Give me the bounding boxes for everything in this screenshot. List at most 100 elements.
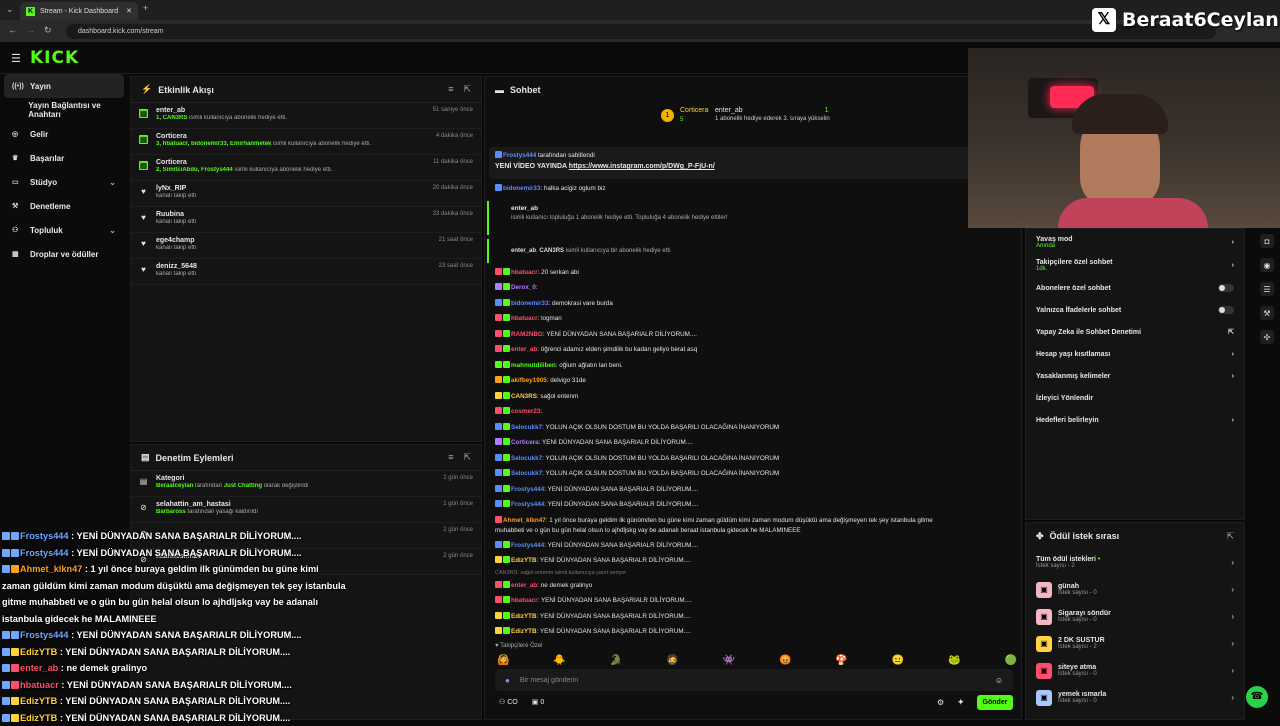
chat-username[interactable]: EdizYTB [511,557,537,564]
chat-username[interactable]: cosmer23 [511,408,540,415]
back-icon[interactable]: ← [8,25,17,35]
sidebar-item[interactable]: ⚇Topluluk⌄ [0,218,128,242]
reward-item[interactable]: ▣günahİstek sayısı - 0› [1026,576,1244,603]
wrench-icon[interactable]: ⚒ [1260,306,1274,320]
chat-bubble-icon[interactable]: ◘ [1260,234,1274,248]
popout-icon[interactable]: ⇱ [463,84,471,95]
reload-icon[interactable]: ↻ [44,25,52,36]
sidebar-item[interactable]: ((•))Yayın [4,74,124,98]
popout-icon[interactable]: ⇱ [1226,531,1234,542]
event-desc: kanalı takip etti [156,245,196,251]
chat-username[interactable]: RAM2NBO [511,331,543,338]
emote-icon[interactable]: 🟢 [1005,655,1017,666]
moderation-item[interactable]: ⊘selahattin_am_hastasiBarbaross tarafınd… [131,497,481,523]
emote-icon[interactable]: 🐥 [553,655,565,666]
forward-icon[interactable]: → [26,25,35,35]
settings-gear-icon[interactable]: ⚙ [937,698,944,707]
close-tab-icon[interactable]: ✕ [126,7,132,15]
chat-setting-item[interactable]: Yalnızca İfadelerle sohbet [1026,299,1244,321]
sidebar-item[interactable]: ♛Başarılar [0,146,128,170]
chat-username[interactable]: akifbey1905 [511,377,547,384]
send-button[interactable]: Gönder [977,695,1013,710]
broadcast-icon[interactable]: ◉ [1260,258,1274,272]
chat-username[interactable]: hbatuacr [511,315,538,322]
sidebar-item[interactable]: ▭Stüdyo⌄ [0,170,128,194]
chat-input[interactable]: ● Bir mesaj gönderin ☺ [495,669,1013,691]
chat-setting-item[interactable]: Takipçilere özel sohbet1dk.› [1026,254,1244,277]
kick-logo[interactable]: KICK [30,48,79,68]
chat-username[interactable]: Ahmet_klkn47 [503,517,546,524]
chat-setting-item[interactable]: İzleyici Yönlendir [1026,387,1244,409]
mic-icon[interactable]: ● [505,676,510,685]
pinned-link[interactable]: https://www.instagram.com/p/DWg_P-FjU-n/ [569,163,715,170]
emote-icon[interactable]: 🙆 [497,655,509,666]
chat-username[interactable]: Selocukk7 [511,424,542,431]
activity-event[interactable]: ♥ege4champkanalı takip etti21 saat önce [131,233,481,259]
sidebar-item[interactable]: ▦Droplar ve ödüller [0,242,128,266]
list-icon[interactable]: ☰ [1260,282,1274,296]
chat-username[interactable]: Selocukk7 [511,470,542,477]
browser-tab[interactable]: K Stream - Kick Dashboard ✕ [20,2,138,20]
chat-username[interactable]: bidonemir33 [503,185,540,192]
activity-event[interactable]: ▦Corticera3, hbatuacr, bidonemir33, Emir… [131,129,481,155]
support-icon[interactable]: ☎ [1246,686,1268,708]
emote-icon[interactable]: 🐸 [948,655,960,666]
event-desc: kanalı takip etti [156,271,197,277]
emote-icon[interactable]: 🧔 [666,655,678,666]
chat-username[interactable]: mahmutdiliben [511,362,556,369]
activity-event[interactable]: ▦Corticera2, SimitciAbdu, Frostys444 isi… [131,155,481,181]
chat-username[interactable]: Frostys444 [511,542,544,549]
all-rewards-item[interactable]: Tüm ödül istekleri •İstek sayısı - 2 › [1026,549,1244,576]
emote-icon[interactable]: 🐊 [610,655,622,666]
moderation-item[interactable]: ▤KategoriBeraatceylan tarafından Just Ch… [131,471,481,497]
chat-username[interactable]: Frostys444 [511,486,544,493]
reward-item[interactable]: ▣siteye atmaİstek sayısı - 0› [1026,657,1244,684]
chat-setting-item[interactable]: Yapay Zeka ile Sohbet Denetimi⇱ [1026,321,1244,343]
activity-event[interactable]: ♥lyNx_RIPkanalı takip etti20 dakika önce [131,181,481,207]
filter-icon[interactable]: ≡ [448,452,453,463]
tab-list-icon[interactable]: ⌄ [6,4,14,15]
pinned-message[interactable]: Frostys444 tarafından sabitlendi YENİ Vİ… [489,147,971,179]
chat-username[interactable]: EdizYTB [511,628,537,635]
reward-item[interactable]: ▣yemek ısmarlaİstek sayısı - 0› [1026,684,1244,711]
chat-username[interactable]: hbatuacr [511,269,538,276]
emote-shortcut-icon[interactable]: ✦ [957,697,965,708]
emote-icon[interactable]: 😡 [779,655,791,666]
chat-username[interactable]: enter_ab [511,346,537,353]
sidebar-item[interactable]: ◎Gelir [0,122,128,146]
activity-event[interactable]: ♥Ruubinakanalı takip etti33 dakika önce [131,207,481,233]
chat-username[interactable]: hbatuacr [511,597,538,604]
chat-username[interactable]: enter_ab [511,582,537,589]
reward-item[interactable]: ▣Sigarayı söndürİstek sayısı - 0› [1026,603,1244,630]
toggle-switch[interactable] [1218,284,1234,292]
sidebar-item[interactable]: ⚒Denetleme [0,194,128,218]
chat-setting-item[interactable]: Yasaklanmış kelimeler› [1026,365,1244,387]
new-tab-button[interactable]: + [143,3,148,13]
chat-username[interactable]: CAN3RS [511,393,537,400]
activity-event[interactable]: ▦enter_ab1, CAN3RS isimli kullanıcıya ab… [131,103,481,129]
emoji-icon[interactable]: ☺ [995,676,1003,685]
emote-icon[interactable]: 👾 [723,655,735,666]
chat-username[interactable]: bidonemir33 [511,300,548,307]
sidebar-item[interactable]: Yayın Bağlantısı ve Anahtarı [0,98,128,122]
chat-setting-item[interactable]: Hedefleri belirleyin› [1026,409,1244,431]
reward-item[interactable]: ▣2 DK SUSTURİstek sayısı - 2› [1026,630,1244,657]
emote-icon[interactable]: 🍄 [835,655,847,666]
filter-icon[interactable]: ≡ [448,84,453,95]
menu-icon[interactable]: ☰ [11,52,21,65]
chat-setting-item[interactable]: Abonelere özel sohbet [1026,277,1244,299]
popout-icon[interactable]: ⇱ [463,452,471,463]
apps-icon[interactable]: ✣ [1260,330,1274,344]
chat-setting-item[interactable]: Hesap yaşı kısıtlaması› [1026,343,1244,365]
emote-icon[interactable]: 😐 [892,655,904,666]
chat-username[interactable]: Corticera [511,439,539,446]
reward-sub: İstek sayısı - 2 [1058,644,1105,650]
chat-username[interactable]: Selocukk7 [511,455,542,462]
chat-username[interactable]: Frostys444 [511,501,544,508]
chat-setting-item[interactable]: Yavaş modAnında› [1026,231,1244,254]
chat-username[interactable]: Derox_0 [511,284,536,291]
chat-username[interactable]: EdizYTB [511,613,537,620]
url-field[interactable]: dashboard.kick.com/stream [66,24,1216,39]
activity-event[interactable]: ♥denizz_5648kanalı takip etti23 saat önc… [131,259,481,285]
toggle-switch[interactable] [1218,306,1234,314]
